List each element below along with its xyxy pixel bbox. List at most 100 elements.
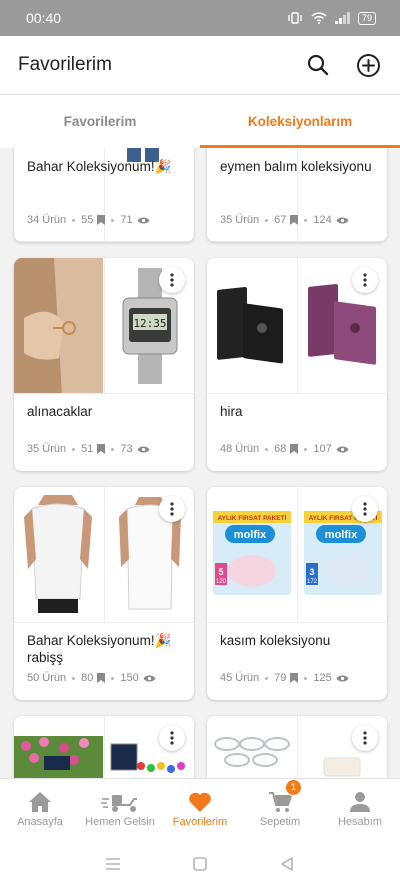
more-vert-icon bbox=[170, 502, 174, 516]
eye-icon bbox=[143, 675, 156, 681]
product-image: AYLIK FIRSAT PAKETİ molfix 5 120 bbox=[207, 487, 297, 622]
collection-stats: 35 Ürün 51 73 bbox=[27, 443, 150, 455]
molfix-count-1: 120 bbox=[216, 579, 227, 585]
product-image bbox=[14, 258, 104, 393]
more-options-button[interactable] bbox=[159, 267, 185, 293]
collection-images: 12:35 bbox=[14, 258, 194, 394]
nav-quick-delivery[interactable]: Hemen Gelsin bbox=[80, 779, 160, 840]
collection-card[interactable]: AYLIK FIRSAT PAKETİ molfix 5 120 AYLIK F… bbox=[207, 487, 387, 700]
back-icon[interactable] bbox=[279, 856, 295, 872]
collection-name: Bahar Koleksiyonum!🎉 bbox=[27, 159, 172, 174]
collection-name: kasım koleksiyonu bbox=[220, 633, 331, 648]
collections-grid: Bahar Koleksiyonum!🎉 34 Ürün 55 71 eymen… bbox=[0, 148, 400, 778]
collection-images bbox=[14, 487, 194, 623]
collection-card[interactable] bbox=[207, 716, 387, 778]
status-bar: 00:40 79 bbox=[0, 0, 400, 36]
collection-card[interactable]: 12:35 alınacaklar 35 Ürün 51 73 bbox=[14, 258, 194, 471]
collection-name: Bahar Koleksiyonum!🎉 rabişş bbox=[27, 633, 172, 665]
product-image: AYLIK FIRSAT PAKETİ molfix 3 172 bbox=[296, 487, 387, 622]
more-vert-icon bbox=[363, 502, 367, 516]
collection-card[interactable]: Bahar Koleksiyonum!🎉 34 Ürün 55 71 bbox=[14, 148, 194, 242]
collection-name: eymen balım koleksiyonu bbox=[220, 159, 372, 174]
vibrate-icon bbox=[288, 12, 302, 24]
wifi-icon bbox=[311, 12, 327, 24]
collection-card[interactable]: Bahar Koleksiyonum!🎉 rabişş 50 Ürün 80 1… bbox=[14, 487, 194, 700]
collection-name: alınacaklar bbox=[27, 404, 93, 419]
molfix-brand-text: molfix bbox=[324, 529, 357, 541]
product-image bbox=[296, 258, 387, 393]
home-square-icon[interactable] bbox=[192, 856, 208, 872]
signal-icon bbox=[334, 12, 350, 24]
bookmark-icon bbox=[97, 444, 106, 454]
collection-images bbox=[207, 258, 387, 394]
more-vert-icon bbox=[363, 731, 367, 745]
tab-favorites[interactable]: Favorilerim bbox=[0, 95, 200, 148]
product-image bbox=[103, 487, 194, 622]
molfix-banner-text: AYLIK FIRSAT PAKETİ bbox=[218, 514, 287, 522]
user-icon bbox=[350, 792, 370, 812]
eye-icon bbox=[336, 446, 349, 452]
nav-home[interactable]: Anasayfa bbox=[0, 779, 80, 840]
status-time: 00:40 bbox=[26, 10, 62, 26]
bookmark-icon bbox=[290, 673, 299, 683]
product-image bbox=[207, 258, 297, 393]
collection-stats: 48 Ürün 68 107 bbox=[220, 443, 349, 455]
more-options-button[interactable] bbox=[159, 725, 185, 751]
more-options-button[interactable] bbox=[352, 725, 378, 751]
system-nav-bar bbox=[0, 840, 400, 888]
collection-stats: 45 Ürün 79 125 bbox=[220, 672, 349, 684]
battery-icon: 79 bbox=[357, 11, 376, 25]
bookmark-icon bbox=[290, 215, 299, 225]
product-image bbox=[207, 716, 297, 778]
bookmark-icon bbox=[97, 673, 106, 683]
product-image: 12:35 bbox=[103, 258, 194, 393]
add-circle-icon bbox=[356, 53, 380, 77]
bottom-nav: Anasayfa Hemen Gelsin Favorilerim 1 Sepe… bbox=[0, 778, 400, 840]
product-image bbox=[14, 487, 104, 622]
molfix-brand-text: molfix bbox=[234, 529, 267, 541]
collection-stats: 34 Ürün 55 71 bbox=[27, 214, 150, 226]
cart-count-badge: 1 bbox=[285, 779, 302, 796]
collection-stats: 50 Ürün 80 150 bbox=[27, 672, 156, 684]
tab-collections[interactable]: Koleksiyonlarım bbox=[200, 95, 400, 148]
molfix-size-1: 5 bbox=[218, 567, 223, 577]
molfix-size-2: 3 bbox=[309, 567, 314, 577]
tab-bar: Favorilerim Koleksiyonlarım bbox=[0, 94, 400, 148]
collection-images bbox=[207, 716, 387, 778]
collection-images: AYLIK FIRSAT PAKETİ molfix 5 120 AYLIK F… bbox=[207, 487, 387, 623]
more-vert-icon bbox=[170, 731, 174, 745]
more-vert-icon bbox=[170, 273, 174, 287]
app-bar: Favorilerim bbox=[0, 36, 400, 94]
eye-icon bbox=[336, 217, 349, 223]
collection-card[interactable] bbox=[14, 716, 194, 778]
more-options-button[interactable] bbox=[352, 496, 378, 522]
eye-icon bbox=[137, 217, 150, 223]
scooter-icon bbox=[101, 795, 137, 812]
nav-favorites[interactable]: Favorilerim bbox=[160, 779, 240, 840]
product-image bbox=[296, 716, 387, 778]
search-button[interactable] bbox=[304, 51, 332, 79]
collection-name: hira bbox=[220, 404, 243, 419]
nav-cart[interactable]: 1 Sepetim bbox=[240, 779, 320, 840]
menu-icon[interactable] bbox=[105, 857, 121, 871]
more-vert-icon bbox=[363, 273, 367, 287]
eye-icon bbox=[137, 446, 150, 452]
page-title: Favorilerim bbox=[18, 54, 112, 75]
collection-stats: 35 Ürün 67 124 bbox=[220, 214, 349, 226]
collection-card[interactable]: hira 48 Ürün 68 107 bbox=[207, 258, 387, 471]
bookmark-icon bbox=[97, 215, 106, 225]
more-options-button[interactable] bbox=[159, 496, 185, 522]
collection-images bbox=[14, 716, 194, 778]
nav-account[interactable]: Hesabım bbox=[320, 779, 400, 840]
search-icon bbox=[307, 54, 329, 76]
product-image bbox=[103, 716, 194, 778]
eye-icon bbox=[336, 675, 349, 681]
product-image bbox=[14, 716, 104, 778]
home-icon bbox=[29, 792, 51, 812]
molfix-count-2: 172 bbox=[306, 579, 317, 585]
status-icons: 79 bbox=[287, 11, 376, 25]
bookmark-icon bbox=[290, 444, 299, 454]
add-collection-button[interactable] bbox=[354, 51, 382, 79]
more-options-button[interactable] bbox=[352, 267, 378, 293]
collection-card[interactable]: eymen balım koleksiyonu 35 Ürün 67 124 bbox=[207, 148, 387, 242]
